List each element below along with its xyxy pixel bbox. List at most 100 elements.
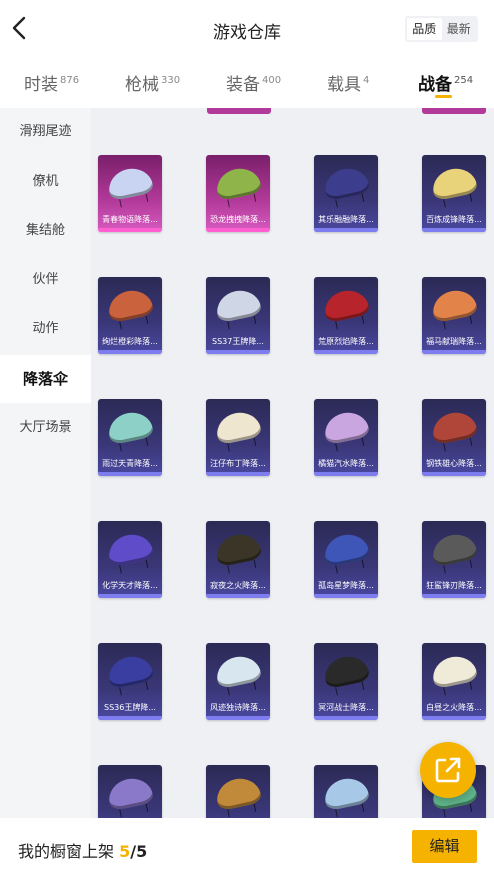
parachute-card[interactable]: 恐龙拽拽降落... — [206, 155, 270, 232]
parachute-icon — [105, 530, 155, 568]
tab-label: 载具 — [327, 75, 361, 95]
tab-label: 装备 — [226, 75, 260, 95]
footer: 我的橱窗上架 5/5 编辑 — [0, 818, 494, 875]
parachute-icon — [105, 286, 155, 324]
parachute-name: 荒原烈焰降落... — [318, 337, 374, 346]
rarity-bar — [422, 228, 486, 232]
parachute-name: 冥河战士降落... — [318, 703, 374, 712]
parachute-icon — [213, 408, 263, 446]
parachute-card[interactable]: 化学天才降落... — [98, 521, 162, 598]
sort-toggle: 品质 最新 — [405, 16, 478, 42]
parachute-name: 青春物语降落... — [102, 215, 158, 224]
parachute-icon — [213, 530, 263, 568]
item-grid: 青春物语降落... 恐龙拽拽降落... 其乐融融降落... 百炼成锋降落... 绚烂橙彩… — [91, 108, 494, 818]
rarity-bar — [98, 594, 162, 598]
parachute-name: SS37王牌降... — [212, 337, 264, 346]
parachute-icon — [105, 652, 155, 690]
rarity-bar — [98, 472, 162, 476]
sidebar-item-emote[interactable]: 动作 — [0, 305, 91, 353]
sidebar-item-assembly-pod[interactable]: 集结舱 — [0, 207, 91, 255]
parachute-card[interactable]: 其乐融融降落... — [314, 155, 378, 232]
rarity-bar — [314, 350, 378, 354]
showcase-status: 我的橱窗上架 5/5 — [18, 838, 147, 862]
parachute-card[interactable]: 百炼成锋降落... — [422, 155, 486, 232]
category-tabs: 时装 876 枪械 330 装备 400 载具 4 战备 254 — [0, 58, 494, 108]
parachute-card[interactable]: 绚烂橙彩降落... — [98, 277, 162, 354]
rarity-bar — [206, 716, 270, 720]
tab-count: 876 — [60, 75, 80, 86]
parachute-card[interactable] — [98, 765, 162, 818]
tab-fashion[interactable]: 时装 876 — [24, 70, 79, 95]
parachute-card[interactable] — [314, 765, 378, 818]
tab-count: 400 — [262, 75, 282, 86]
parachute-name: SS36王牌降... — [104, 703, 156, 712]
parachute-icon — [213, 286, 263, 324]
parachute-card[interactable]: 青春物语降落... — [98, 155, 162, 232]
tab-guns[interactable]: 枪械 330 — [125, 70, 180, 95]
parachute-icon — [105, 774, 155, 812]
rarity-bar — [314, 716, 378, 720]
parachute-name: 白昼之火降落... — [426, 703, 482, 712]
parachute-card[interactable]: SS37王牌降... — [206, 277, 270, 354]
header: 游戏仓库 品质 最新 — [0, 0, 494, 58]
parachute-icon — [213, 164, 263, 202]
parachute-name: 狂鲨锋刃降落... — [426, 581, 482, 590]
tab-count: 4 — [363, 75, 370, 86]
parachute-name: 福马献瑞降落... — [426, 337, 482, 346]
parachute-name: 其乐融融降落... — [318, 215, 374, 224]
parachute-name: 孤岛星梦降落... — [318, 581, 374, 590]
sidebar-item-glide-trail[interactable]: 滑翔尾迹 — [0, 108, 91, 156]
tab-vehicles[interactable]: 载具 4 — [327, 70, 369, 95]
parachute-card[interactable]: 雨过天青降落... — [98, 399, 162, 476]
parachute-name: 化学天才降落... — [102, 581, 158, 590]
partial-card — [207, 108, 271, 114]
parachute-card[interactable]: 汪仔布丁降落... — [206, 399, 270, 476]
parachute-card[interactable]: 橘猫汽水降落... — [314, 399, 378, 476]
parachute-icon — [429, 652, 479, 690]
sidebar-item-partner[interactable]: 伙伴 — [0, 256, 91, 304]
parachute-card[interactable] — [206, 765, 270, 818]
parachute-card[interactable]: 孤岛星梦降落... — [314, 521, 378, 598]
rarity-bar — [422, 716, 486, 720]
parachute-icon — [321, 652, 371, 690]
sidebar-item-parachute[interactable]: 降落伞 — [0, 355, 91, 403]
sidebar-item-wingman[interactable]: 僚机 — [0, 158, 91, 206]
parachute-icon — [321, 408, 371, 446]
tab-battle-gear[interactable]: 战备 254 — [418, 70, 473, 95]
sidebar: 滑翔尾迹 僚机 集结舱 伙伴 动作 降落伞 大厅场景 — [0, 108, 91, 818]
parachute-name: 汪仔布丁降落... — [210, 459, 266, 468]
tab-label: 战备 — [418, 75, 452, 95]
rarity-bar — [98, 716, 162, 720]
parachute-card[interactable]: 荒原烈焰降落... — [314, 277, 378, 354]
share-button[interactable] — [420, 742, 476, 798]
parachute-card[interactable]: 狂鲨锋刃降落... — [422, 521, 486, 598]
parachute-card[interactable]: 寂夜之火降落... — [206, 521, 270, 598]
sort-option-latest[interactable]: 最新 — [442, 18, 477, 40]
rarity-bar — [422, 472, 486, 476]
parachute-card[interactable]: 白昼之火降落... — [422, 643, 486, 720]
tab-count: 330 — [161, 75, 181, 86]
rarity-bar — [98, 350, 162, 354]
tab-label: 枪械 — [125, 75, 159, 95]
partial-card — [422, 108, 486, 114]
edit-button[interactable]: 编辑 — [412, 830, 477, 863]
parachute-icon — [429, 408, 479, 446]
parachute-card[interactable]: 风迹独诗降落... — [206, 643, 270, 720]
tab-equipment[interactable]: 装备 400 — [226, 70, 281, 95]
parachute-card[interactable]: 钢铁雄心降落... — [422, 399, 486, 476]
parachute-card[interactable]: SS36王牌降... — [98, 643, 162, 720]
parachute-icon — [213, 774, 263, 812]
showcase-total-count: 5 — [136, 842, 148, 861]
rarity-bar — [422, 594, 486, 598]
parachute-card[interactable]: 福马献瑞降落... — [422, 277, 486, 354]
parachute-card[interactable]: 冥河战士降落... — [314, 643, 378, 720]
rarity-bar — [206, 228, 270, 232]
parachute-icon — [429, 530, 479, 568]
tab-count: 254 — [454, 75, 474, 86]
share-icon — [435, 757, 461, 783]
sidebar-item-lobby-scene[interactable]: 大厅场景 — [0, 404, 91, 452]
parachute-name: 橘猫汽水降落... — [318, 459, 374, 468]
parachute-name: 雨过天青降落... — [102, 459, 158, 468]
sort-option-quality[interactable]: 品质 — [407, 18, 442, 40]
rarity-bar — [98, 228, 162, 232]
